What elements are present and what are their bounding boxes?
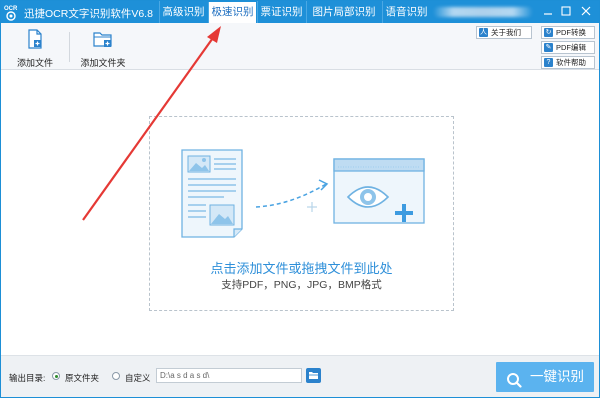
one-click-ocr-label: 一键识别 xyxy=(530,369,584,384)
custom-folder-label: 自定义 xyxy=(125,373,151,383)
person-icon: 人 xyxy=(479,28,488,37)
pdf-edit-label: PDF编辑 xyxy=(556,43,586,52)
dashed-arrow-icon xyxy=(255,179,329,212)
search-icon xyxy=(506,369,522,398)
add-file-button[interactable]: 添加文件 xyxy=(15,29,55,69)
minimize-icon[interactable] xyxy=(541,4,555,18)
blurred-user-area xyxy=(433,7,533,17)
pdf-convert-icon: ↻ xyxy=(544,28,553,37)
app-title: 迅捷OCR文字识别软件V6.8 xyxy=(24,8,153,20)
custom-folder-radio[interactable] xyxy=(112,372,120,380)
help-label: 软件帮助 xyxy=(556,58,586,67)
help-icon: ? xyxy=(544,58,553,67)
drop-zone-instruction: 点击添加文件或拖拽文件到此处 xyxy=(210,261,393,276)
title-bar: OCR 迅捷OCR文字识别软件V6.8 高级识别 极速识别 票证识别 图片局部识… xyxy=(1,1,599,23)
add-file-icon xyxy=(25,29,45,52)
supported-formats-text: 支持PDF，PNG，JPG，BMP格式 xyxy=(221,279,382,291)
close-icon[interactable] xyxy=(579,4,593,18)
tab-fast-ocr[interactable]: 极速识别 xyxy=(208,2,256,23)
pdf-edit-button[interactable]: ✎ PDF编辑 xyxy=(541,41,595,54)
help-button[interactable]: ? 软件帮助 xyxy=(541,56,595,69)
ocr-eye-window-icon xyxy=(333,158,425,224)
browse-folder-button[interactable] xyxy=(306,368,321,383)
output-directory-label: 输出目录: xyxy=(9,373,46,383)
about-us-label: 关于我们 xyxy=(491,28,521,37)
app-window: OCR 迅捷OCR文字识别软件V6.8 高级识别 极速识别 票证识别 图片局部识… xyxy=(0,0,600,398)
file-drop-zone[interactable]: 点击添加文件或拖拽文件到此处 支持PDF，PNG，JPG，BMP格式 xyxy=(149,116,454,311)
pdf-convert-label: PDF转换 xyxy=(556,28,586,37)
ocr-logo-icon: OCR xyxy=(4,3,20,21)
svg-text:OCR: OCR xyxy=(4,6,18,12)
folder-icon xyxy=(309,372,318,379)
one-click-ocr-button[interactable]: 一键识别 xyxy=(496,362,594,392)
tab-ticket-ocr[interactable]: 票证识别 xyxy=(257,1,305,23)
pdf-convert-button[interactable]: ↻ PDF转换 xyxy=(541,26,595,39)
toolbar: 添加文件 添加文件夹 人 关于我们 ↻ PDF转换 ✎ PDF编辑 ? 软件帮助 xyxy=(1,23,599,70)
add-folder-button[interactable]: 添加文件夹 xyxy=(79,29,127,69)
output-path-field[interactable]: D:\a s d a s d\ xyxy=(156,368,302,383)
maximize-icon[interactable] xyxy=(559,4,573,18)
add-folder-icon xyxy=(92,32,114,52)
tab-partial-image-ocr[interactable]: 图片局部识别 xyxy=(306,1,381,23)
add-file-label: 添加文件 xyxy=(16,58,53,68)
tab-advanced-ocr[interactable]: 高级识别 xyxy=(159,1,207,23)
tab-voice-ocr[interactable]: 语音识别 xyxy=(382,1,430,23)
bottom-bar: 输出目录: 原文件夹 自定义 D:\a s d a s d\ 一键识别 xyxy=(1,355,599,397)
toolbar-divider xyxy=(69,32,70,62)
add-folder-label: 添加文件夹 xyxy=(80,58,126,68)
original-folder-radio[interactable] xyxy=(52,372,60,380)
pdf-edit-icon: ✎ xyxy=(544,43,553,52)
document-to-ocr-illustration xyxy=(181,149,425,238)
image-document-icon xyxy=(181,149,243,238)
original-folder-label: 原文件夹 xyxy=(65,373,100,383)
about-us-button[interactable]: 人 关于我们 xyxy=(476,26,532,39)
